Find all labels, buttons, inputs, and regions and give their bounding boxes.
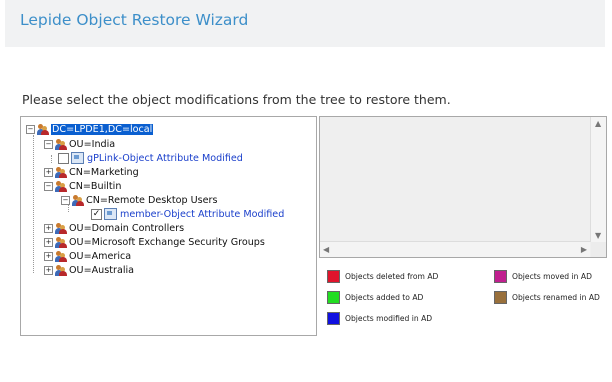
tree-node-builtin[interactable]: − CN=Builtin bbox=[44, 180, 121, 192]
collapse-icon[interactable]: − bbox=[44, 181, 53, 191]
ad-object-icon bbox=[55, 236, 67, 248]
scroll-up-icon[interactable]: ▲ bbox=[595, 119, 601, 128]
tree-node-label: CN=Builtin bbox=[69, 180, 122, 192]
tree-node-label: OU=India bbox=[69, 138, 116, 150]
ad-object-icon bbox=[55, 264, 67, 276]
legend-swatch-added bbox=[327, 291, 340, 304]
legend-deleted: Objects deleted from AD bbox=[327, 270, 438, 283]
ad-object-icon bbox=[55, 166, 67, 178]
tree-node-america[interactable]: + OU=America bbox=[44, 250, 131, 262]
legend-swatch-modified bbox=[327, 312, 340, 325]
tree-node-exchange-groups[interactable]: + OU=Microsoft Exchange Security Groups bbox=[44, 236, 265, 248]
wizard-header: Lepide Object Restore Wizard bbox=[5, 0, 605, 47]
tree-connector bbox=[33, 135, 34, 273]
tree-node-label: CN=Marketing bbox=[69, 166, 139, 178]
tree-node-label: OU=Microsoft Exchange Security Groups bbox=[69, 236, 265, 248]
legend-label: Objects deleted from AD bbox=[345, 272, 439, 281]
object-tree[interactable]: − DC=LPDE1,DC=local − OU=India gPLink-Ob… bbox=[20, 116, 317, 336]
checkbox[interactable] bbox=[58, 152, 69, 164]
legend-added: Objects added to AD bbox=[327, 291, 423, 304]
tree-node-label: OU=Australia bbox=[69, 264, 135, 276]
legend-moved: Objects moved in AD bbox=[494, 270, 592, 283]
tree-node-domain-controllers[interactable]: + OU=Domain Controllers bbox=[44, 222, 184, 234]
tree-node-label: CN=Remote Desktop Users bbox=[86, 194, 218, 206]
tree-node-australia[interactable]: + OU=Australia bbox=[44, 264, 134, 276]
expand-icon[interactable]: + bbox=[44, 251, 53, 261]
scroll-right-icon[interactable]: ▶ bbox=[581, 245, 587, 254]
ad-object-icon bbox=[55, 180, 67, 192]
tree-node-label: OU=America bbox=[69, 250, 132, 262]
attribute-icon bbox=[104, 208, 117, 220]
collapse-icon[interactable]: − bbox=[44, 139, 53, 149]
legend-swatch-deleted bbox=[327, 270, 340, 283]
instruction-text: Please select the object modifications f… bbox=[22, 92, 451, 107]
ad-object-icon bbox=[55, 138, 67, 150]
tree-node-remote-desktop-users[interactable]: − CN=Remote Desktop Users bbox=[61, 194, 217, 206]
tree-node-label: gPLink-Object Attribute Modified bbox=[87, 152, 243, 164]
legend-label: Objects modified in AD bbox=[345, 314, 433, 323]
scroll-corner bbox=[591, 242, 606, 257]
tree-node-label: OU=Domain Controllers bbox=[69, 222, 185, 234]
scroll-left-icon[interactable]: ◀ bbox=[323, 245, 329, 254]
legend-renamed: Objects renamed in AD bbox=[494, 291, 600, 304]
expand-icon[interactable]: + bbox=[44, 265, 53, 275]
collapse-icon[interactable]: − bbox=[61, 195, 70, 205]
checkbox-checked[interactable]: ✓ bbox=[91, 208, 102, 220]
legend-modified: Objects modified in AD bbox=[327, 312, 432, 325]
ad-object-icon bbox=[37, 123, 49, 135]
tree-node-gplink[interactable]: gPLink-Object Attribute Modified bbox=[58, 152, 243, 164]
expand-icon[interactable]: + bbox=[44, 237, 53, 247]
ad-object-icon bbox=[55, 222, 67, 234]
legend-label: Objects renamed in AD bbox=[512, 293, 600, 302]
details-panel[interactable]: ▲ ▼ ◀ ▶ bbox=[319, 116, 607, 258]
tree-node-marketing[interactable]: + CN=Marketing bbox=[44, 166, 139, 178]
horizontal-scrollbar[interactable]: ◀ ▶ bbox=[320, 241, 590, 257]
tree-node-root[interactable]: − DC=LPDE1,DC=local bbox=[26, 123, 154, 135]
attribute-icon bbox=[71, 152, 84, 164]
legend-swatch-moved bbox=[494, 270, 507, 283]
expand-icon[interactable]: + bbox=[44, 167, 53, 177]
legend-label: Objects added to AD bbox=[345, 293, 424, 302]
tree-node-label: DC=LPDE1,DC=local bbox=[51, 123, 154, 135]
scroll-down-icon[interactable]: ▼ bbox=[595, 231, 601, 240]
legend-swatch-renamed bbox=[494, 291, 507, 304]
wizard-title: Lepide Object Restore Wizard bbox=[20, 11, 249, 29]
vertical-scrollbar[interactable]: ▲ ▼ bbox=[590, 117, 606, 242]
collapse-icon[interactable]: − bbox=[26, 124, 35, 134]
expand-icon[interactable]: + bbox=[44, 223, 53, 233]
tree-node-label: member-Object Attribute Modified bbox=[120, 208, 285, 220]
tree-node-india[interactable]: − OU=India bbox=[44, 138, 115, 150]
tree-node-member[interactable]: ✓ member-Object Attribute Modified bbox=[91, 208, 284, 220]
tree-connector bbox=[51, 155, 52, 163]
legend-label: Objects moved in AD bbox=[512, 272, 592, 281]
ad-object-icon bbox=[55, 250, 67, 262]
ad-object-icon bbox=[72, 194, 84, 206]
